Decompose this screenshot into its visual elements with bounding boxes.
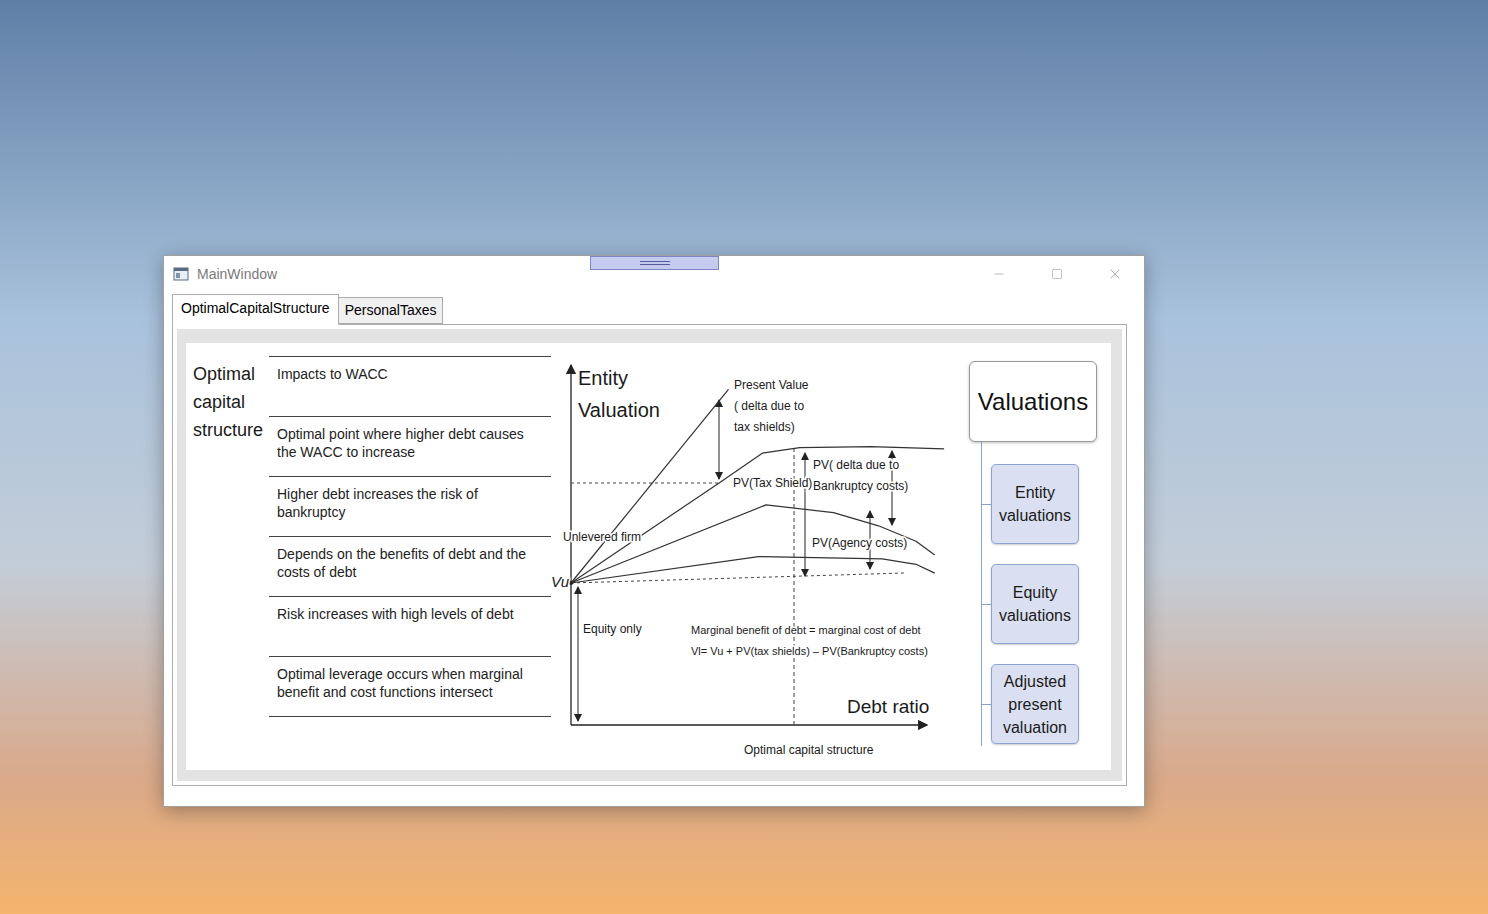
- valuation-node: Equity valuations: [991, 564, 1079, 644]
- valuations-tree: Valuations Entity valuations Equity valuat…: [969, 356, 1099, 770]
- y-axis-label: EntityValuation: [578, 367, 660, 421]
- equity-only-label: Equity only: [583, 622, 642, 636]
- baseline-guide: [571, 573, 904, 583]
- valuation-node: Adjusted present valuation: [991, 664, 1079, 744]
- tax-shield-pv-label: Present Value( delta due totax shields): [734, 378, 809, 434]
- tab[interactable]: PersonalTaxes: [339, 297, 444, 324]
- tab[interactable]: OptimalCapitalStructure: [172, 294, 339, 325]
- pv-tax-shield-label: PV(Tax Shield): [733, 476, 812, 490]
- capital-structure-chart: EntityValuation Present Value( delta due …: [551, 343, 951, 768]
- table-row: Optimal point where higher debt causes t…: [269, 417, 551, 477]
- desktop: MainWindow OptimalCapitalStructurePersona…: [0, 0, 1488, 914]
- table-row: Risk increases with high levels of debt: [269, 597, 551, 657]
- image-frame: Optimal capital structureImpacts to WACC…: [177, 329, 1122, 781]
- value-curve: [571, 557, 935, 583]
- summary-table: Optimal capital structureImpacts to WACC…: [193, 356, 551, 770]
- app-icon: [173, 266, 189, 282]
- maximize-button[interactable]: [1028, 256, 1086, 292]
- bankruptcy-label: PV( delta due toBankruptcy costs): [813, 458, 908, 493]
- tax-shield-arrow: [719, 400, 720, 479]
- resize-handle[interactable]: [590, 256, 719, 270]
- x-axis-label: Debt ratio: [847, 696, 929, 717]
- valuation-node: Entity valuations: [991, 464, 1079, 544]
- minimize-button[interactable]: [970, 256, 1028, 292]
- table-heading: Optimal capital structure: [193, 356, 269, 770]
- maximize-icon: [1051, 268, 1063, 280]
- optimum-label: Marginal benefit of debt = marginal cost…: [691, 624, 928, 657]
- table-row: Impacts to WACC: [269, 357, 551, 417]
- value-curve: [571, 447, 944, 583]
- table-row: Depends on the benefits of debt and the …: [269, 537, 551, 597]
- agency-label: PV(Agency costs): [812, 536, 907, 550]
- x-axis: [571, 724, 927, 725]
- equity-arrow: [578, 587, 579, 721]
- origin-label: Vu: [551, 573, 570, 590]
- tab-panel: Optimal capital structureImpacts to WACC…: [172, 324, 1127, 786]
- x-axis-caption: Optimal capital structure: [744, 743, 874, 757]
- close-icon: [1107, 266, 1123, 282]
- diagram-image: Optimal capital structureImpacts to WACC…: [186, 343, 1111, 770]
- main-window: MainWindow OptimalCapitalStructurePersona…: [163, 255, 1145, 807]
- unlevered-label: Unlevered firm: [563, 530, 641, 544]
- valuations-title: Valuations: [969, 361, 1097, 442]
- minimize-icon: [992, 267, 1006, 281]
- tab-bar: OptimalCapitalStructurePersonalTaxes: [172, 294, 1144, 324]
- origin-dot: [569, 581, 573, 585]
- y-axis: [570, 365, 571, 725]
- window-title: MainWindow: [197, 264, 277, 285]
- tax-shield-guide: [571, 483, 719, 484]
- value-curve: [571, 389, 729, 583]
- table-row: Higher debt increases the risk of bankru…: [269, 477, 551, 537]
- close-button[interactable]: [1086, 256, 1144, 292]
- table-row: Optimal leverage occurs when marginal be…: [269, 657, 551, 717]
